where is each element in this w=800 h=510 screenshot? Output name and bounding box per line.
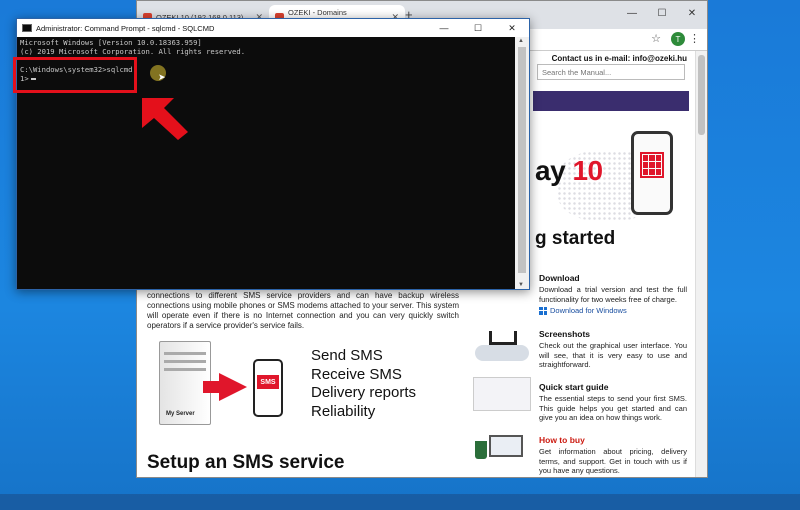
windows-logo-icon	[539, 306, 547, 315]
scrollbar-thumb[interactable]	[698, 55, 705, 135]
bookmark-star-icon[interactable]: ☆	[651, 32, 661, 45]
taskbar	[0, 494, 800, 510]
server-label: My Server	[166, 411, 195, 417]
download-link-label: Download for Windows	[550, 306, 627, 315]
feature-item: Receive SMS	[311, 365, 402, 383]
feature-item: Send SMS	[311, 347, 383, 364]
download-cloud-icon[interactable]	[473, 327, 531, 361]
scroll-up-icon[interactable]: ▲	[518, 38, 524, 44]
close-button[interactable]: ✕	[495, 19, 529, 37]
howtobuy-section: How to buy Get information about pricing…	[539, 435, 687, 476]
browser-menu-icon[interactable]: ⋮	[689, 32, 700, 45]
quickstart-thumbnail[interactable]	[473, 431, 531, 465]
screenshots-thumbnail[interactable]	[473, 377, 531, 411]
howtobuy-title[interactable]: How to buy	[539, 435, 687, 445]
hero-title-number: 10	[572, 155, 603, 186]
screenshots-text: Check out the graphical user interface. …	[539, 341, 687, 369]
hero-subtitle: g started	[535, 228, 616, 249]
feature-item: Reliability	[311, 402, 376, 420]
intro-paragraph: connections to different SMS service pro…	[147, 291, 459, 330]
hero-title: ay 10	[535, 155, 603, 187]
minimize-button[interactable]: —	[617, 1, 647, 25]
screenshots-title[interactable]: Screenshots	[539, 329, 687, 339]
feature-list: Send SMS Receive SMS Delivery reports Re…	[311, 347, 416, 421]
red-arrow-icon	[142, 98, 188, 140]
mobile-phone-icon: SMS	[253, 359, 283, 417]
hero-title-text: ay	[535, 155, 566, 186]
cmd-title-bar[interactable]: Administrator: Command Prompt - sqlcmd -…	[17, 19, 529, 37]
arrow-right-icon	[219, 373, 247, 401]
mouse-pointer-icon: ➤	[158, 72, 166, 82]
feature-item: Delivery reports	[311, 384, 417, 401]
page-scrollbar[interactable]	[695, 51, 707, 477]
minimize-button[interactable]: —	[427, 19, 461, 37]
cmd-scrollbar[interactable]: ▲ ▼	[515, 37, 529, 289]
maximize-button[interactable]: ☐	[461, 19, 495, 37]
sms-badge: SMS	[257, 375, 279, 389]
setup-heading: Setup an SMS service	[147, 452, 345, 473]
screenshots-section: Screenshots Check out the graphical user…	[539, 329, 687, 370]
download-windows-link[interactable]: Download for Windows	[539, 306, 687, 315]
maximize-button[interactable]: ☐	[647, 1, 677, 25]
profile-avatar[interactable]: T	[671, 32, 685, 46]
quickstart-title[interactable]: Quick start guide	[539, 382, 687, 392]
phone-icon	[631, 131, 673, 215]
console-line: Microsoft Windows [Version 10.0.18363.95…	[20, 38, 202, 47]
cmd-window-controls: — ☐ ✕	[427, 19, 529, 37]
quickstart-text: The essential steps to send your first S…	[539, 394, 687, 422]
cmd-window-title: Administrator: Command Prompt - sqlcmd -…	[36, 23, 215, 33]
download-text: Download a trial version and test the fu…	[539, 285, 687, 304]
manual-search-input[interactable]	[537, 64, 685, 80]
scroll-down-icon[interactable]: ▼	[518, 282, 524, 288]
close-button[interactable]: ✕	[677, 1, 707, 25]
download-title[interactable]: Download	[539, 273, 687, 283]
highlight-box	[13, 57, 137, 93]
ozeki-grid-icon	[640, 152, 664, 178]
quickstart-section: Quick start guide The essential steps to…	[539, 382, 687, 423]
cmd-icon	[22, 24, 32, 32]
console-line: (c) 2019 Microsoft Corporation. All righ…	[20, 47, 246, 56]
howtobuy-text: Get information about pricing, delivery …	[539, 447, 687, 475]
site-nav-bar[interactable]	[533, 91, 689, 111]
download-section: Download Download a trial version and te…	[539, 273, 687, 315]
cmd-scrollbar-thumb[interactable]	[518, 47, 526, 273]
browser-window-controls: — ☐ ✕	[617, 1, 707, 25]
contact-email[interactable]: Contact us in e-mail: info@ozeki.hu	[552, 54, 687, 63]
